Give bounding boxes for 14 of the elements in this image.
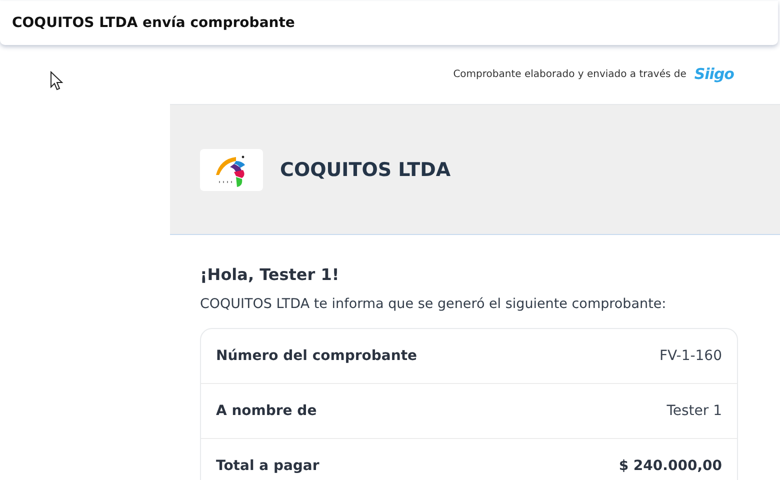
attribution-text: Comprobante elaborado y enviado a través de bbox=[453, 68, 686, 80]
window-title: COQUITOS LTDA envía comprobante bbox=[12, 15, 295, 31]
detail-label: Total a pagar bbox=[216, 458, 320, 474]
message-text: COQUITOS LTDA te informa que se generó el siguiente comprobante: bbox=[200, 296, 668, 312]
detail-value: FV-1-160 bbox=[659, 348, 722, 364]
mouse-pointer-icon bbox=[50, 71, 64, 91]
brand-logo: Siigo bbox=[694, 65, 734, 83]
detail-value: Tester 1 bbox=[666, 403, 722, 419]
company-logo bbox=[200, 148, 263, 190]
greeting: ¡Hola, Tester 1! bbox=[200, 265, 340, 284]
detail-label: Número del comprobante bbox=[216, 348, 418, 364]
detail-value: $ 240.000,00 bbox=[618, 458, 722, 474]
detail-label: A nombre de bbox=[216, 403, 317, 419]
company-name: COQUITOS LTDA bbox=[280, 158, 451, 180]
